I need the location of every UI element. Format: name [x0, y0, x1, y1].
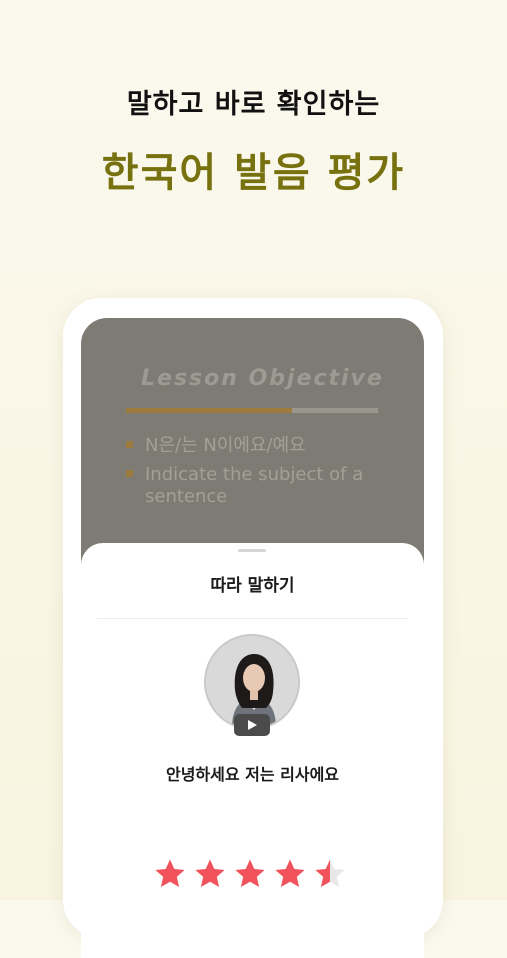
- divider: [97, 618, 408, 619]
- headline-subtitle: 말하고 바로 확인하는: [126, 89, 381, 120]
- lesson-bullet-text: Indicate the subject of a sentence: [145, 464, 364, 507]
- practice-sentence: 안녕하세요 저는 리사에요: [165, 765, 340, 784]
- play-video-button[interactable]: [234, 714, 270, 736]
- lesson-objective-title: Lesson Objective: [141, 366, 384, 391]
- star-icon: [275, 859, 305, 887]
- lesson-bullet-text: N은/는 N이에요/예요: [145, 435, 306, 456]
- play-icon: [248, 720, 257, 730]
- star-icon: [315, 859, 345, 887]
- lesson-bullet: N은/는 N이에요/예요: [126, 435, 306, 457]
- sheet-drag-handle[interactable]: [238, 549, 266, 552]
- headline-title: 한국어 발음 평가: [101, 150, 406, 196]
- repeat-after-sheet: 따라 말하기 안녕하세요 저는 리사에요: [81, 543, 424, 958]
- phone-frame: Lesson Objective N은/는 N이에요/예요 Indicate t…: [63, 298, 443, 958]
- bullet-square-icon: [126, 440, 133, 448]
- lesson-progress-fill: [126, 408, 293, 413]
- lesson-bullet: Indicate the subject of a sentence: [126, 464, 376, 508]
- star-icon: [195, 859, 225, 887]
- bullet-square-icon: [126, 469, 133, 477]
- sheet-title: 따라 말하기: [210, 576, 295, 596]
- star-icon: [235, 859, 265, 887]
- star-icon: [155, 859, 185, 887]
- lesson-screen: Lesson Objective N은/는 N이에요/예요 Indicate t…: [81, 318, 424, 958]
- lesson-progress-track: [126, 408, 378, 413]
- pronunciation-rating: [154, 858, 354, 890]
